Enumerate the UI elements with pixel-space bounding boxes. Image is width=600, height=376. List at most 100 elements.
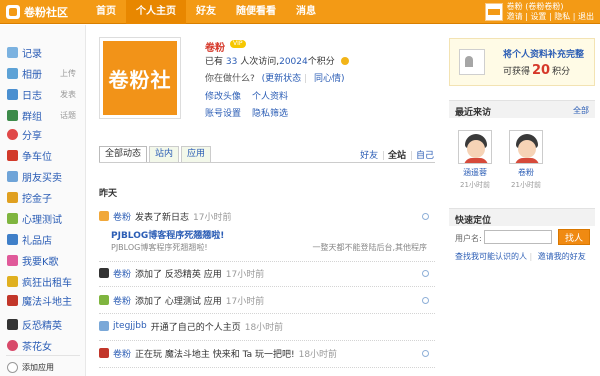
sidebar-item-label: 群组	[22, 111, 42, 123]
feed-item: jtegjjbb 开通了自己的个人主页 18小时前	[99, 317, 435, 335]
close-icon[interactable]	[422, 269, 429, 277]
feed-time: 17小时前	[193, 212, 232, 223]
tab-apps[interactable]: 应用	[181, 146, 212, 163]
sidebar-item-taxi[interactable]: 疯狂出租车	[0, 272, 86, 290]
sidebar-divider	[6, 355, 80, 356]
sidebar-item-album[interactable]: 相册 上传	[0, 64, 86, 82]
filter-mine[interactable]: 自己	[416, 151, 434, 161]
sidebar-item-karaoke[interactable]: 我要K歌	[0, 251, 86, 269]
sidebar-item-blog[interactable]: 日志 发表	[0, 85, 86, 103]
filter-all[interactable]: 全站	[388, 151, 406, 161]
feed-user-link[interactable]: jtegjjbb	[113, 321, 147, 331]
sidebar-item-landlord[interactable]: 魔法斗地主	[0, 291, 86, 309]
nav-messages[interactable]: 消息	[286, 0, 326, 24]
close-icon[interactable]	[422, 212, 429, 220]
account-settings-link[interactable]: 账号设置	[205, 106, 241, 119]
feed-text: 添加了 心理测试 应用	[135, 296, 222, 307]
username-search-input[interactable]	[484, 230, 552, 244]
invite-link[interactable]: 邀请	[507, 12, 523, 21]
sidebar-item-giftshop[interactable]: 礼品店	[0, 230, 86, 248]
filter-friends[interactable]: 好友	[360, 151, 378, 161]
sidebar-item-label: 魔法斗地主	[22, 296, 72, 308]
feed-divider	[99, 367, 435, 368]
feed-text: 开通了自己的个人主页	[150, 322, 241, 333]
feed-user-link[interactable]: 卷粉	[113, 294, 131, 307]
mood-link[interactable]: 同心情)	[314, 74, 345, 84]
visitor-card[interactable]: 卷粉 21小时前	[506, 130, 546, 190]
visitor-name[interactable]: 卷粉	[506, 167, 546, 178]
logout-link[interactable]: 退出	[578, 12, 594, 21]
privacy-filter-link[interactable]: 隐私筛选	[252, 106, 288, 119]
recent-visitors-header: 最近来访 全部	[449, 100, 595, 118]
feed-divider	[99, 340, 435, 341]
site-logo[interactable]: 卷粉社区	[6, 4, 68, 20]
sidebar-item-psytest[interactable]: 心理测试	[0, 209, 86, 227]
taxi-icon	[7, 275, 18, 287]
sidebar-item-label: 反恐精英	[22, 320, 62, 332]
close-icon[interactable]	[422, 349, 429, 357]
feed-item: 卷粉 发表了新日志 17小时前	[99, 207, 435, 225]
tab-all[interactable]: 全部动态	[99, 146, 148, 163]
invite-friends-link[interactable]: 邀请我的好友	[538, 252, 586, 261]
feed-user-link[interactable]: 卷粉	[113, 267, 131, 280]
nav-profile[interactable]: 个人主页	[126, 0, 186, 24]
privacy-link[interactable]: 隐私	[554, 12, 570, 21]
promo-prefix: 可获得	[503, 67, 531, 77]
sidebar-item-trade[interactable]: 朋友买卖	[0, 167, 86, 185]
blog-icon	[99, 211, 109, 221]
status-prompt: 你在做什么?	[205, 74, 255, 84]
cs-icon	[99, 268, 109, 278]
share-icon	[7, 128, 18, 140]
visitor-avatar[interactable]	[509, 130, 543, 164]
status-line: 你在做什么? (更新状态 | 同心情)	[205, 71, 344, 84]
upload-link[interactable]: 上传	[60, 68, 76, 79]
visitor-card[interactable]: 涵遥蓉 21小时前	[455, 130, 495, 190]
feed-time: 17小时前	[225, 296, 265, 307]
update-status-link[interactable]: (更新状态	[262, 74, 302, 84]
profile-info-link[interactable]: 个人资料	[252, 89, 288, 102]
nav-home[interactable]: 首页	[86, 0, 126, 24]
tab-site[interactable]: 站内	[149, 146, 180, 163]
visitor-name[interactable]: 涵遥蓉	[455, 167, 495, 178]
settings-link[interactable]: 设置	[530, 12, 546, 21]
topics-link[interactable]: 话题	[60, 110, 76, 121]
feed-item: 卷粉 添加了 心理测试 应用 17小时前	[99, 291, 435, 309]
user-avatar-icon[interactable]	[484, 3, 503, 21]
sidebar-item-label: 心理测试	[22, 214, 62, 226]
sidebar-item-add-app[interactable]: 添加应用	[0, 358, 86, 376]
add-icon	[7, 361, 18, 373]
photo-icon	[7, 67, 18, 79]
sidebar-item-camellia[interactable]: 茶花女	[0, 336, 86, 354]
profile-avatar[interactable]: 卷粉社	[99, 37, 181, 119]
find-user-button[interactable]: 找人	[558, 229, 590, 245]
sidebar-item-groups[interactable]: 群组 话题	[0, 106, 86, 124]
sidebar-item-cs[interactable]: 反恐精英	[0, 315, 86, 333]
view-all-visitors-link[interactable]: 全部	[573, 105, 589, 116]
people-you-may-know-link[interactable]: 查找我可能认识的人	[455, 252, 527, 261]
cs-icon	[7, 318, 18, 330]
sidebar-item-label: 疯狂出租车	[22, 277, 72, 289]
quick-locate-title: 快速定位	[455, 216, 492, 226]
nav-explore[interactable]: 随便看看	[226, 0, 286, 24]
sidebar-item-label: 我要K歌	[22, 256, 59, 268]
sidebar-item-share[interactable]: 分享	[0, 125, 86, 143]
blog-icon	[7, 88, 18, 100]
sidebar-item-label: 挖金子	[22, 193, 52, 205]
sidebar-item-label: 朋友买卖	[22, 172, 62, 184]
feed-filters: 好友 | 全站 | 自己	[360, 151, 434, 161]
feed-user-link[interactable]: 卷粉	[113, 347, 131, 360]
profile-complete-promo[interactable]: 将个人资料补充完整 可获得 20 积分	[449, 38, 595, 86]
sidebar-item-parking[interactable]: 争车位	[0, 146, 86, 164]
sidebar-item-gold[interactable]: 挖金子	[0, 188, 86, 206]
sidebar-item-records[interactable]: 记录	[0, 43, 86, 61]
nav-friends[interactable]: 好友	[186, 0, 226, 24]
edit-avatar-link[interactable]: 修改头像	[205, 89, 241, 102]
blog-title-link[interactable]: PJBLOG博客程序死翘翘啦!	[111, 228, 224, 241]
visitor-avatar[interactable]	[458, 130, 492, 164]
close-icon[interactable]	[422, 296, 429, 304]
feed-user-link[interactable]: 卷粉	[113, 210, 131, 223]
publish-link[interactable]: 发表	[60, 89, 76, 100]
profile-name[interactable]: 卷粉	[205, 39, 225, 54]
user-name: 卷粉 (卷粉卷粉)	[506, 2, 564, 11]
quick-locate-links: 查找我可能认识的人 | 邀请我的好友	[455, 251, 586, 262]
